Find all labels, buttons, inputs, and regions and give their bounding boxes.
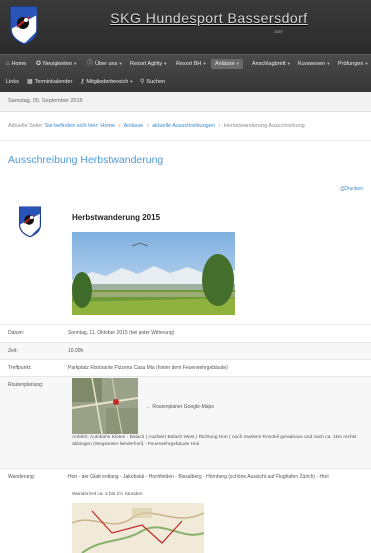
breadcrumb-separator-icon: ›: [118, 123, 121, 129]
breadcrumb-link-anlaesse[interactable]: Anlässe: [124, 123, 144, 129]
breadcrumb: Aktuelle Seite: Sie befinden sich hier: …: [0, 112, 371, 141]
info-icon: ⓘ: [87, 61, 94, 67]
hike-time: Wanderzeit ca. 2 bis 2½ Stunden: [72, 492, 143, 497]
chevron-down-icon: ▾: [130, 79, 133, 84]
key-icon: ⚷: [80, 79, 85, 85]
table-row: Treffpunkt: Parkplatz Ristorante Pizzeri…: [0, 359, 371, 376]
nav-label: Kurswesen: [298, 61, 326, 67]
nav-label: Mitgliederbereich: [86, 79, 129, 85]
nav-label: Über uns: [95, 61, 118, 67]
row-label: Wanderung:: [8, 474, 36, 480]
table-row: Routenplanung:: [0, 376, 371, 468]
print-label: Drucken: [344, 186, 363, 192]
nav-item-resort-agility[interactable]: Resort Agility ▾: [130, 60, 166, 68]
search-icon: ⚲: [140, 79, 145, 85]
nav-label: Suchen: [146, 79, 166, 85]
nav-item-resort-bh[interactable]: Resort BH ▾: [176, 60, 206, 68]
row-label: Zeit:: [8, 348, 18, 354]
nav-label: Terminkalender: [34, 79, 73, 85]
page: SKG Hundesport Bassersdorf 1997 ⌂ Home ✪…: [0, 0, 371, 553]
chevron-down-icon: ▾: [203, 61, 206, 66]
chevron-down-icon: ▾: [164, 61, 167, 66]
nav-item-anschlagbrett[interactable]: Anschlagbrett ▾: [252, 60, 290, 68]
table-row: Datum: Sonntag, 11. Oktober 2015 (bei je…: [0, 324, 371, 342]
map-thumbnail[interactable]: [72, 378, 138, 434]
row-label: Treffpunkt:: [8, 365, 32, 371]
chevron-down-icon: ▾: [236, 61, 239, 66]
print-button[interactable]: ⎙Drucken: [340, 186, 363, 192]
nav-label: Resort BH: [176, 61, 202, 67]
star-icon: ✪: [36, 61, 42, 67]
nav-item-kurswesen[interactable]: Kurswesen ▾: [298, 60, 329, 68]
table-row: Zeit: 10.00h: [0, 342, 371, 359]
chevron-down-icon: ▾: [327, 61, 330, 66]
nav-item-links[interactable]: Links: [6, 78, 19, 86]
route-map: [72, 503, 204, 553]
landscape-photo: [72, 232, 235, 315]
chevron-down-icon: ▾: [74, 61, 77, 66]
chevron-down-icon: ▾: [365, 61, 368, 66]
nav-item-home[interactable]: ⌂ Home: [6, 60, 26, 68]
calendar-icon: ▦: [27, 79, 33, 85]
nav-item-neuigkeiten[interactable]: ✪ Neuigkeiten ▾: [36, 60, 76, 68]
nav-label: Prüfungen: [338, 61, 364, 67]
nav-item-suchen[interactable]: ⚲ Suchen: [140, 78, 165, 86]
nav-label: Anschlagbrett: [252, 61, 286, 67]
breadcrumb-here: Sie befinden sich hier:: [44, 123, 99, 129]
event-title: Herbstwanderung 2015: [72, 213, 161, 222]
row-value: 10.00h: [68, 348, 84, 354]
event-logo: [19, 206, 41, 238]
map-caption[interactable]: ← Routenplaner Google-Maps: [146, 404, 214, 410]
nav-item-ueber-uns[interactable]: ⓘ Über uns ▾: [87, 60, 122, 68]
main-navbar: ⌂ Home ✪ Neuigkeiten ▾ ⓘ Über uns ▾ Reso…: [0, 54, 371, 92]
site-header: SKG Hundesport Bassersdorf 1997: [0, 0, 371, 54]
breadcrumb-link-ausschreibungen[interactable]: aktuelle Ausschreibungen: [152, 123, 215, 129]
nav-label: Resort Agility: [130, 61, 163, 67]
nav-item-anlaesse[interactable]: Anlässe ▾: [211, 59, 243, 69]
site-year: 1997: [274, 29, 283, 34]
breadcrumb-link-home[interactable]: Home: [100, 123, 115, 129]
home-icon: ⌂: [6, 61, 10, 67]
nav-label: Home: [11, 61, 27, 67]
club-logo[interactable]: [9, 5, 39, 45]
breadcrumb-separator-icon: ›: [218, 123, 221, 129]
nav-label: Anlässe: [215, 61, 235, 67]
breadcrumb-separator-icon: ›: [146, 123, 149, 129]
chevron-down-icon: ▾: [119, 61, 122, 66]
breadcrumb-current: Herbstwanderung Ausschreibung: [223, 123, 305, 129]
page-title: Ausschreibung Herbstwanderung: [8, 154, 164, 166]
row-value: Parkplatz Ristorante Pizzeria Casa Mia (…: [68, 365, 228, 371]
nav-item-pruefungen[interactable]: Prüfungen ▾: [338, 60, 368, 68]
row-label: Datum:: [8, 330, 25, 336]
row-label: Routenplanung:: [8, 382, 44, 388]
site-title[interactable]: SKG Hundesport Bassersdorf: [104, 10, 314, 26]
nav-label: Neuigkeiten: [43, 61, 73, 67]
breadcrumb-prefix: Aktuelle Seite:: [8, 123, 44, 129]
nav-item-terminkalender[interactable]: ▦ Terminkalender: [27, 78, 72, 86]
date-bar: Samstag, 05. September 2015: [0, 92, 371, 112]
row-value: Sonntag, 11. Oktober 2015 (bei jeder Wit…: [68, 330, 175, 336]
nav-label: Links: [6, 79, 19, 85]
chevron-down-icon: ▾: [287, 61, 290, 66]
route-description: Anfahrt: Autobahn Kloten - Bülach ( Ausf…: [72, 435, 357, 447]
nav-item-mitgliederbereich[interactable]: ⚷ Mitgliederbereich ▾: [80, 78, 133, 86]
